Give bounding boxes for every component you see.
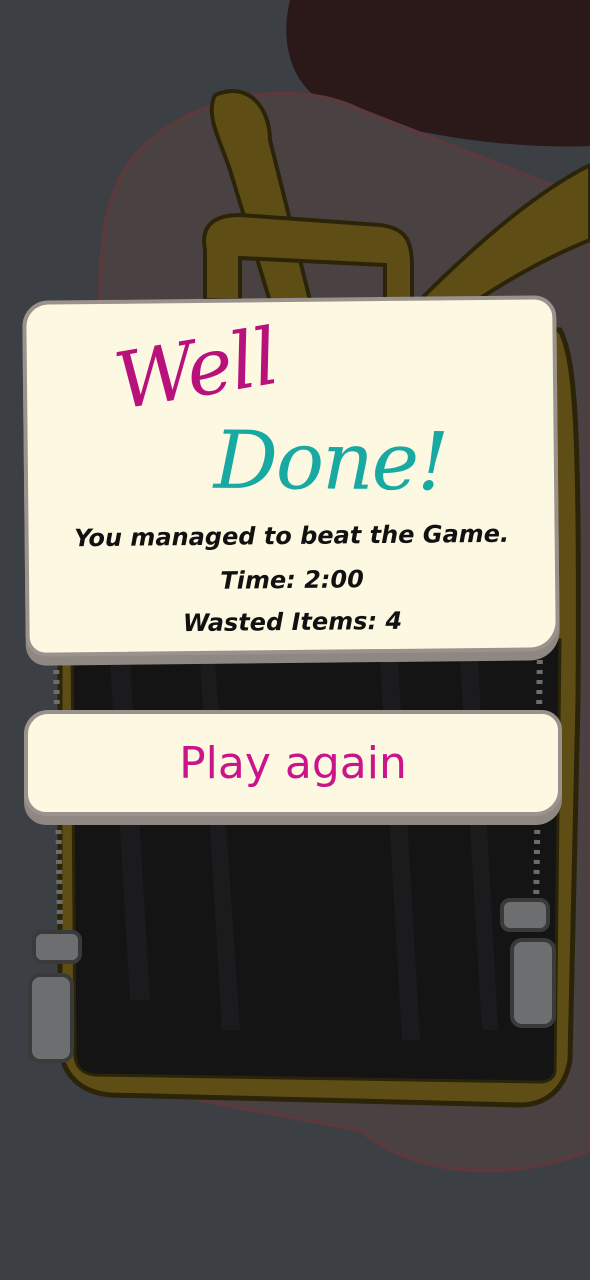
wasted-items-stat: Wasted Items: 4 [29,605,555,639]
title-well: Well [108,312,284,428]
title-done: Done! [213,413,448,509]
wasted-items-value: 4 [385,606,403,636]
play-again-button[interactable]: Play again [24,710,562,816]
time-label: Time: [220,565,296,595]
time-stat: Time: 2:00 [29,563,555,597]
play-again-label: Play again [179,738,407,789]
zipper-pull-left [28,930,82,1063]
wasted-items-label: Wasted Items: [182,607,378,638]
result-card: Well Done! You managed to beat the Game.… [22,295,560,657]
time-value: 2:00 [304,565,364,594]
win-message: You managed to beat the Game. [73,519,510,553]
